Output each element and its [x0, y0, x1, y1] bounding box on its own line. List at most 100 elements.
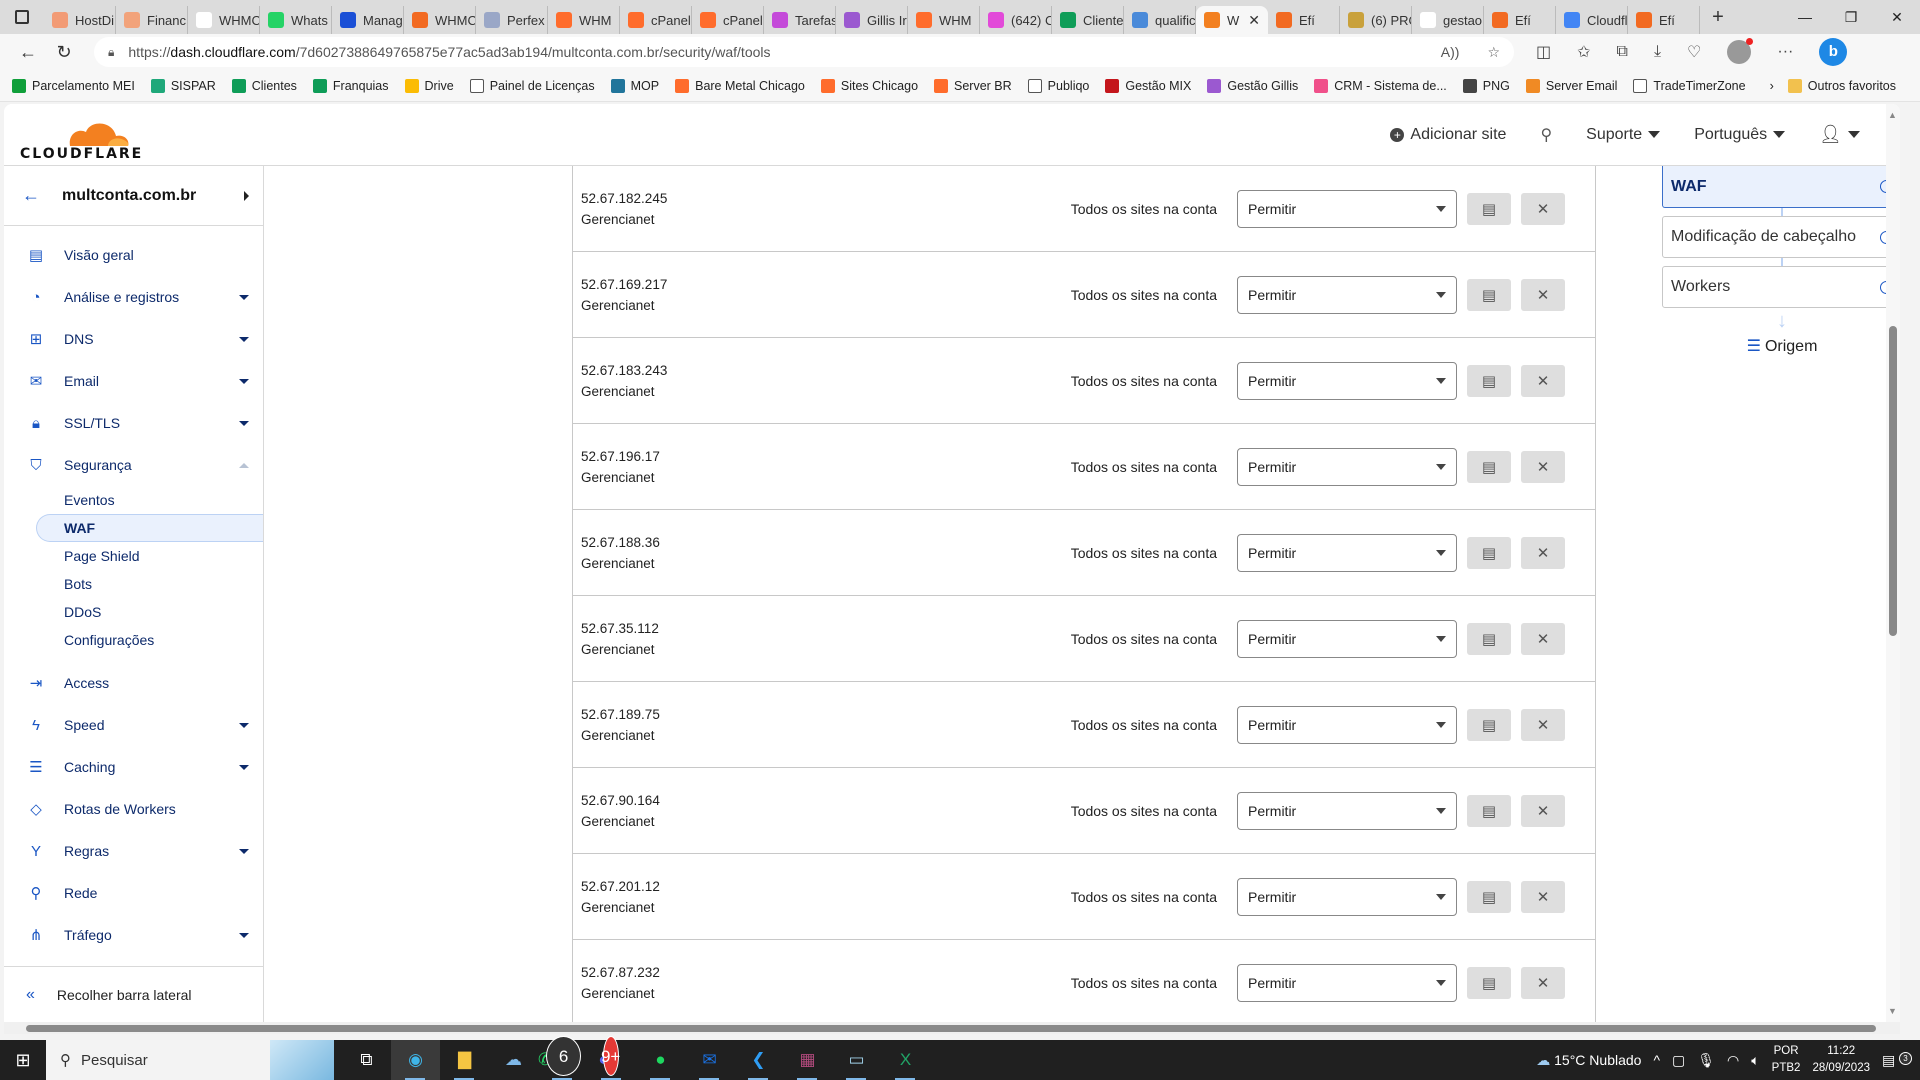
notepad-icon[interactable]: ▭: [832, 1040, 881, 1080]
rule-action-select[interactable]: Permitir: [1237, 361, 1457, 400]
cloud-app-icon[interactable]: ☁: [489, 1040, 538, 1080]
bookmark-item[interactable]: Parcelamento MEI: [12, 78, 135, 93]
sidebar-subitem-ddos[interactable]: DDoS: [4, 598, 263, 626]
rule-action-select[interactable]: Permitir: [1237, 791, 1457, 830]
minimize-button[interactable]: —: [1782, 9, 1828, 26]
read-aloud-icon[interactable]: A)): [1441, 44, 1460, 61]
bookmark-item[interactable]: Drive: [404, 78, 454, 93]
edit-note-button[interactable]: ▤: [1467, 536, 1511, 569]
sidebar-subitem-eventos[interactable]: Eventos: [4, 486, 263, 514]
edit-note-button[interactable]: ▤: [1467, 708, 1511, 741]
browser-tab[interactable]: cPanel: [620, 6, 692, 34]
flow-step-waf[interactable]: WAFi: [1662, 166, 1900, 208]
bookmark-item[interactable]: Gestão MIX: [1105, 78, 1191, 93]
sidebar-item-rotas-de-workers[interactable]: ◇ Rotas de Workers: [4, 788, 263, 830]
browser-tab[interactable]: Efí: [1484, 6, 1556, 34]
clock[interactable]: 11:22 28/09/2023: [1812, 1043, 1870, 1077]
browser-tab[interactable]: Gillis Ir: [836, 6, 908, 34]
delete-rule-button[interactable]: ✕: [1521, 622, 1565, 655]
other-favorites-folder[interactable]: Outros favoritos: [1787, 78, 1896, 93]
sidebar-subitem-waf[interactable]: WAF: [36, 514, 263, 542]
browser-tab[interactable]: Efí: [1628, 6, 1700, 34]
browser-tab[interactable]: (642) C: [980, 6, 1052, 34]
tab-actions-button[interactable]: [0, 0, 44, 34]
bookmark-item[interactable]: Sites Chicago: [820, 78, 918, 93]
zone-selector[interactable]: ← multconta.com.br: [4, 166, 263, 226]
browser-tab[interactable]: Manag: [332, 6, 404, 34]
sidebar-item-seguran-a[interactable]: ⛉ Segurança: [4, 444, 263, 486]
sidebar-item-speed[interactable]: ϟ Speed: [4, 704, 263, 746]
rule-action-select[interactable]: Permitir: [1237, 533, 1457, 572]
show-hidden-icons[interactable]: ^: [1653, 1052, 1660, 1068]
wifi-icon[interactable]: ◠: [1727, 1052, 1739, 1069]
delete-rule-button[interactable]: ✕: [1521, 450, 1565, 483]
delete-rule-button[interactable]: ✕: [1521, 966, 1565, 999]
edit-note-button[interactable]: ▤: [1467, 278, 1511, 311]
delete-rule-button[interactable]: ✕: [1521, 278, 1565, 311]
delete-rule-button[interactable]: ✕: [1521, 880, 1565, 913]
file-explorer-icon[interactable]: ▇: [440, 1040, 489, 1080]
sidebar-item-tr-fego[interactable]: ⋔ Tráfego: [4, 914, 263, 956]
browser-tab[interactable]: gestao: [1412, 6, 1484, 34]
bookmark-item[interactable]: TradeTimerZone: [1633, 78, 1746, 93]
bookmark-item[interactable]: Publiqo: [1027, 78, 1089, 93]
scroll-down-icon[interactable]: ▼: [1888, 1006, 1897, 1016]
edge-icon[interactable]: ◉: [391, 1040, 440, 1080]
restore-button[interactable]: ❐: [1828, 9, 1874, 26]
support-menu[interactable]: Suporte: [1586, 126, 1661, 144]
winrar-icon[interactable]: ▦: [783, 1040, 832, 1080]
rule-action-select[interactable]: Permitir: [1237, 275, 1457, 314]
bookmark-item[interactable]: Clientes: [231, 78, 297, 93]
language-menu[interactable]: Português: [1694, 126, 1786, 144]
edit-note-button[interactable]: ▤: [1467, 364, 1511, 397]
delete-rule-button[interactable]: ✕: [1521, 794, 1565, 827]
weather-widget[interactable]: ☁ 15°C Nublado: [1536, 1052, 1641, 1069]
browser-tab[interactable]: WHM: [548, 6, 620, 34]
browser-tab[interactable]: Whats: [260, 6, 332, 34]
delete-rule-button[interactable]: ✕: [1521, 536, 1565, 569]
edit-note-button[interactable]: ▤: [1467, 450, 1511, 483]
back-button[interactable]: ←: [10, 42, 46, 63]
delete-rule-button[interactable]: ✕: [1521, 192, 1565, 225]
tab-active[interactable]: W ✕: [1196, 6, 1268, 34]
bookmark-item[interactable]: MOP: [610, 78, 659, 93]
sidebar-item-an-lise-e-registros[interactable]: ◔ Análise e registros: [4, 276, 263, 318]
browser-essentials-icon[interactable]: ♡: [1687, 42, 1701, 62]
edit-note-button[interactable]: ▤: [1467, 622, 1511, 655]
downloads-icon[interactable]: ⤓: [1654, 43, 1661, 61]
user-menu[interactable]: 👤︎: [1819, 124, 1860, 145]
refresh-button[interactable]: ↻: [46, 42, 82, 63]
scrollbar-thumb[interactable]: [26, 1025, 1876, 1032]
collapse-sidebar-button[interactable]: « Recolher barra lateral: [4, 966, 263, 1022]
browser-tab[interactable]: WHMC: [404, 6, 476, 34]
bookmark-item[interactable]: Server BR: [934, 78, 1012, 93]
sidebar-item-caching[interactable]: ☰ Caching: [4, 746, 263, 788]
search-icon[interactable]: ⚲: [1540, 125, 1552, 145]
browser-tab[interactable]: WHMC: [188, 6, 260, 34]
sidebar-subitem-page-shield[interactable]: Page Shield: [4, 542, 263, 570]
sidebar-item-ssl-tls[interactable]: 🔒︎ SSL/TLS: [4, 402, 263, 444]
taskbar-search[interactable]: ⚲ Pesquisar: [46, 1040, 334, 1080]
close-tab-icon[interactable]: ✕: [1248, 12, 1260, 29]
task-view-icon[interactable]: ⧉: [342, 1040, 391, 1080]
rule-action-select[interactable]: Permitir: [1237, 877, 1457, 916]
rule-action-select[interactable]: Permitir: [1237, 619, 1457, 658]
browser-tab[interactable]: qualific: [1124, 6, 1196, 34]
bookmark-item[interactable]: PNG: [1462, 78, 1510, 93]
sidebar-subitem-configura-es[interactable]: Configurações: [4, 626, 263, 654]
vscode-icon[interactable]: ❮: [734, 1040, 783, 1080]
sidebar-item-rede[interactable]: ⚲ Rede: [4, 872, 263, 914]
more-options-icon[interactable]: ···: [1777, 43, 1793, 61]
edit-note-button[interactable]: ▤: [1467, 966, 1511, 999]
sidebar-item-vis-o-geral[interactable]: ▤ Visão geral: [4, 234, 263, 276]
cloudflare-logo[interactable]: CLOUDFLARE: [20, 114, 143, 162]
rule-action-select[interactable]: Permitir: [1237, 447, 1457, 486]
new-tab-button[interactable]: +: [1700, 6, 1736, 29]
delete-rule-button[interactable]: ✕: [1521, 364, 1565, 397]
scroll-up-icon[interactable]: ▲: [1888, 110, 1897, 120]
browser-tab[interactable]: Tarefas: [764, 6, 836, 34]
edit-note-button[interactable]: ▤: [1467, 880, 1511, 913]
browser-tab[interactable]: Cliente: [1052, 6, 1124, 34]
outlook-icon[interactable]: ✉: [685, 1040, 734, 1080]
sidebar-subitem-bots[interactable]: Bots: [4, 570, 263, 598]
